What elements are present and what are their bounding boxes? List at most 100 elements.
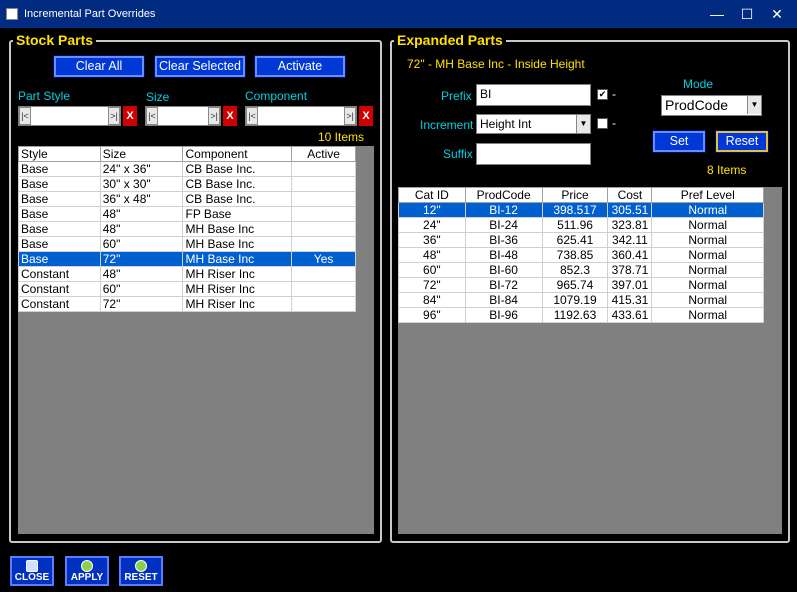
expanded-table-cell[interactable]: 36" [398, 232, 466, 248]
expanded-table-cell[interactable]: Normal [651, 232, 764, 248]
stock-table-cell[interactable]: CB Base Inc. [182, 191, 293, 207]
expanded-column-header[interactable]: Price [541, 187, 609, 203]
stock-table-cell[interactable]: MH Base Inc [182, 251, 293, 267]
stock-table-cell[interactable] [291, 281, 356, 297]
stock-table[interactable]: Style Size Component Active Base 24" x 36" CB… [18, 146, 356, 312]
expanded-table-cell[interactable]: BI-24 [464, 217, 543, 233]
expanded-table-cell[interactable]: Normal [651, 277, 764, 293]
stock-table-cell[interactable]: Base [18, 206, 101, 222]
stock-grid[interactable]: Style Size Component Active Base 24" x 36" CB… [18, 146, 374, 534]
stock-table-cell[interactable]: 48" [99, 206, 184, 222]
expanded-table-cell[interactable]: Normal [651, 202, 764, 218]
expanded-table-cell[interactable]: 738.85 [541, 247, 609, 263]
stock-table-cell[interactable]: Base [18, 236, 101, 252]
expanded-grid[interactable]: Cat ID ProdCode Price Cost Pref Level 12" BI-… [398, 187, 782, 534]
expanded-table-cell[interactable]: 415.31 [607, 292, 653, 308]
expanded-table[interactable]: Cat ID ProdCode Price Cost Pref Level 12" BI-… [398, 187, 764, 323]
expanded-table-cell[interactable]: BI-48 [464, 247, 543, 263]
reset-mode-button[interactable]: Reset [715, 130, 769, 153]
stock-table-cell[interactable]: FP Base [182, 206, 293, 222]
stock-table-cell[interactable]: 60" [99, 236, 184, 252]
stock-table-cell[interactable]: Constant [18, 296, 101, 312]
expanded-table-cell[interactable]: Normal [651, 307, 764, 323]
stock-table-cell[interactable]: MH Base Inc [182, 236, 293, 252]
stock-table-cell[interactable]: Base [18, 191, 101, 207]
stock-table-cell[interactable]: Base [18, 176, 101, 192]
expanded-table-cell[interactable]: 72" [398, 277, 466, 293]
stock-table-row[interactable]: Base 72" MH Base Inc Yes [18, 251, 356, 267]
stock-table-cell[interactable]: CB Base Inc. [182, 176, 293, 192]
expanded-table-row[interactable]: 84" BI-84 1079.19 415.31 Normal [398, 292, 764, 308]
expanded-table-cell[interactable]: BI-72 [464, 277, 543, 293]
clear-component-button[interactable]: X [359, 106, 373, 126]
stock-table-cell[interactable] [291, 221, 356, 237]
expanded-table-cell[interactable]: BI-60 [464, 262, 543, 278]
last-icon[interactable]: >| [208, 107, 220, 125]
stock-table-cell[interactable]: Base [18, 161, 101, 177]
prefix-checkbox[interactable]: ✔ [597, 89, 608, 100]
expanded-table-cell[interactable]: 96" [398, 307, 466, 323]
expanded-table-cell[interactable]: 305.51 [607, 202, 653, 218]
stock-table-cell[interactable]: Constant [18, 266, 101, 282]
expanded-table-cell[interactable]: 625.41 [541, 232, 609, 248]
expanded-table-cell[interactable]: 965.74 [541, 277, 609, 293]
expanded-table-cell[interactable]: BI-12 [464, 202, 543, 218]
stock-column-header[interactable]: Size [99, 146, 184, 162]
expanded-table-cell[interactable]: 852.3 [541, 262, 609, 278]
increment-select[interactable]: Height Int ▼ [476, 114, 591, 134]
expanded-table-cell[interactable]: BI-84 [464, 292, 543, 308]
expanded-table-row[interactable]: 48" BI-48 738.85 360.41 Normal [398, 247, 764, 263]
part-style-filter[interactable]: |< >| [18, 106, 121, 126]
clear-size-button[interactable]: X [223, 106, 237, 126]
expanded-table-cell[interactable]: Normal [651, 262, 764, 278]
expanded-table-cell[interactable]: Normal [651, 247, 764, 263]
clear-selected-button[interactable]: Clear Selected [154, 55, 246, 78]
expanded-table-cell[interactable]: 378.71 [607, 262, 653, 278]
expanded-table-cell[interactable]: 397.01 [607, 277, 653, 293]
close-button[interactable]: CLOSE [10, 556, 54, 586]
stock-column-header[interactable]: Component [182, 146, 293, 162]
stock-table-row[interactable]: Base 30" x 30" CB Base Inc. [18, 176, 356, 192]
size-filter[interactable]: |< >| [145, 106, 221, 126]
suffix-input[interactable] [476, 143, 591, 165]
stock-table-cell[interactable] [291, 296, 356, 312]
stock-table-cell[interactable]: Yes [291, 251, 356, 267]
stock-table-cell[interactable]: MH Riser Inc [182, 281, 293, 297]
expanded-table-row[interactable]: 72" BI-72 965.74 397.01 Normal [398, 277, 764, 293]
expanded-table-cell[interactable]: 360.41 [607, 247, 653, 263]
first-icon[interactable]: |< [246, 107, 258, 125]
expanded-table-cell[interactable]: 342.11 [607, 232, 653, 248]
expanded-table-cell[interactable]: 433.61 [607, 307, 653, 323]
expanded-table-cell[interactable]: BI-96 [464, 307, 543, 323]
stock-table-cell[interactable]: 24" x 36" [99, 161, 184, 177]
clear-part-style-button[interactable]: X [123, 106, 137, 126]
expanded-table-row[interactable]: 12" BI-12 398.517 305.51 Normal [398, 202, 764, 218]
stock-table-cell[interactable] [291, 266, 356, 282]
stock-table-row[interactable]: Base 60" MH Base Inc [18, 236, 356, 252]
expanded-table-cell[interactable]: 24" [398, 217, 466, 233]
mode-select[interactable]: ProdCode ▼ [661, 95, 762, 116]
expanded-table-cell[interactable]: 48" [398, 247, 466, 263]
expanded-table-cell[interactable]: 60" [398, 262, 466, 278]
expanded-column-header[interactable]: Cost [607, 187, 653, 203]
expanded-table-cell[interactable]: Normal [651, 217, 764, 233]
stock-table-cell[interactable] [291, 161, 356, 177]
expanded-column-header[interactable]: ProdCode [464, 187, 543, 203]
stock-column-header[interactable]: Active [291, 146, 356, 162]
stock-table-cell[interactable]: 36" x 48" [99, 191, 184, 207]
expanded-table-row[interactable]: 60" BI-60 852.3 378.71 Normal [398, 262, 764, 278]
activate-button[interactable]: Activate [254, 55, 346, 78]
increment-checkbox[interactable] [597, 118, 608, 129]
stock-table-cell[interactable]: 60" [99, 281, 184, 297]
stock-table-cell[interactable]: Base [18, 251, 101, 267]
stock-table-cell[interactable] [291, 236, 356, 252]
stock-table-cell[interactable] [291, 176, 356, 192]
stock-table-row[interactable]: Base 48" MH Base Inc [18, 221, 356, 237]
stock-table-row[interactable]: Constant 48" MH Riser Inc [18, 266, 356, 282]
last-icon[interactable]: >| [344, 107, 356, 125]
reset-button[interactable]: RESET [119, 556, 163, 586]
first-icon[interactable]: |< [146, 107, 158, 125]
expanded-table-cell[interactable]: 84" [398, 292, 466, 308]
stock-table-row[interactable]: Base 48" FP Base [18, 206, 356, 222]
stock-column-header[interactable]: Style [18, 146, 101, 162]
